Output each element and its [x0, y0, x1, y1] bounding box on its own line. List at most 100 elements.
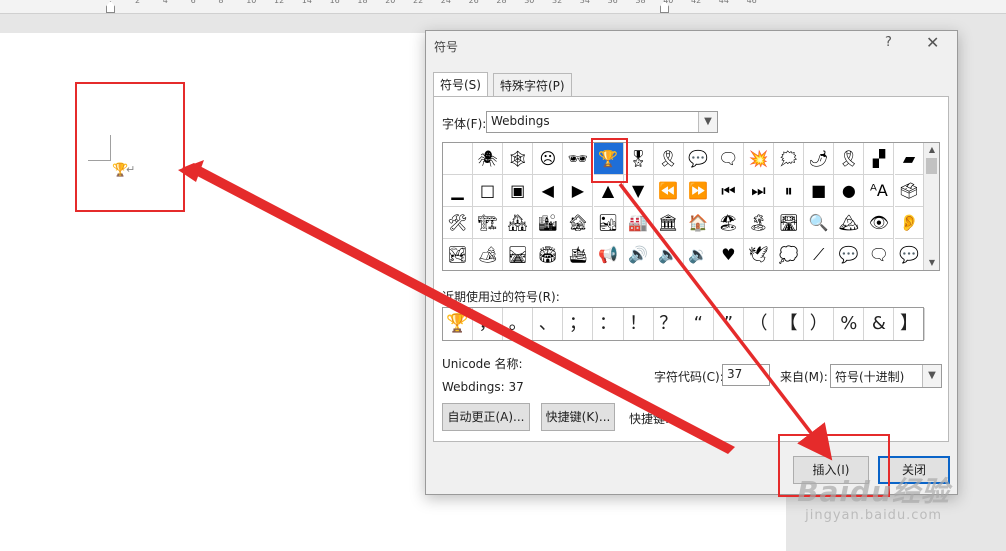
symbol-cell[interactable]: 🏛 [653, 207, 684, 239]
symbol-cell[interactable]: 🏗 [473, 207, 504, 239]
scroll-thumb[interactable] [926, 158, 937, 174]
symbol-grid[interactable]: 💬 🗨 💬 ⟋ 💭 🕊 ♥ 🔉 🔈 🔊 📢 🛳 🏟 🛤 🏕 🏞 👂 👁 🏔 🔍 🛣 🏝 🏖 🏠 🏛 🏭 🏜 🏚 🏙 🏘 🏗 🛠 🗳 ᴬA ● ■ ⏸ ⏭ ⏮… [442, 142, 940, 271]
symbol-cell[interactable]: 🔈 [654, 239, 684, 270]
close-icon[interactable]: ✕ [926, 33, 939, 52]
symbol-cell[interactable]: 🛤 [503, 239, 534, 270]
symbol-cell[interactable]: ▞ [864, 143, 895, 175]
symbol-cell[interactable]: 🕸 [503, 143, 534, 175]
symbol-cell[interactable]: 🛠 [443, 207, 473, 239]
symbol-cell[interactable]: 🔍 [804, 207, 835, 239]
recent-symbol-cell[interactable]: “ [684, 308, 714, 340]
recent-symbol-cell[interactable]: 【 [774, 308, 805, 340]
symbol-cell[interactable]: ◀ [533, 175, 564, 207]
symbol-cell[interactable]: 🗳 [894, 175, 925, 207]
recent-symbol-cell[interactable]: & [864, 308, 895, 340]
chevron-down-icon[interactable]: ▼ [922, 365, 941, 387]
left-indent-marker[interactable] [106, 1, 115, 13]
symbol-cell[interactable]: ⏪ [653, 175, 684, 207]
symbol-cell[interactable]: 💭 [774, 239, 805, 270]
symbol-cell[interactable]: □ [473, 175, 504, 207]
symbol-cell[interactable]: 🔉 [684, 239, 714, 270]
symbol-cell[interactable]: ▣ [503, 175, 534, 207]
symbol-cell[interactable]: 🗨 [864, 239, 895, 270]
symbol-cell[interactable]: 💬 [834, 239, 865, 270]
symbol-cell[interactable]: ⏸ [774, 175, 805, 207]
recent-symbol-cell[interactable]: ： [594, 308, 624, 340]
symbol-cell[interactable]: 🏖 [713, 207, 744, 239]
symbol-cell[interactable]: 🏕 [473, 239, 504, 270]
recent-symbol-cell[interactable]: 。 [503, 308, 534, 340]
symbol-cell[interactable]: 📢 [594, 239, 624, 270]
font-select[interactable]: Webdings ▼ [486, 111, 718, 133]
symbol-cell[interactable]: 💥 [744, 143, 774, 175]
symbol-grid-scrollbar[interactable]: ▲ ▼ [923, 143, 939, 270]
symbol-cell[interactable]: ● [834, 175, 865, 207]
symbol-cell[interactable]: 🕶 [563, 143, 594, 175]
annotation-box-document [75, 82, 185, 212]
symbol-cell[interactable]: 🏘 [503, 207, 534, 239]
symbol-cell[interactable]: 💬 [895, 239, 925, 270]
symbol-cell[interactable]: 🛣 [774, 207, 805, 239]
recent-symbol-cell[interactable]: ？ [654, 308, 684, 340]
symbol-cell[interactable]: 🏚 [563, 207, 594, 239]
from-select[interactable]: 符号(十进制) ▼ [830, 364, 942, 388]
recent-symbol-cell[interactable]: ， [473, 308, 504, 340]
scroll-down-icon[interactable]: ▼ [924, 256, 939, 270]
symbol-cell[interactable]: 🎖 [623, 143, 654, 175]
symbol-cell[interactable]: ⏮ [713, 175, 744, 207]
symbol-cell[interactable]: 🏭 [623, 207, 654, 239]
recent-symbol-cell[interactable]: % [834, 308, 865, 340]
symbol-cell[interactable]: 💬 [683, 143, 714, 175]
symbol-cell[interactable]: 🕊 [744, 239, 774, 270]
symbol-cell[interactable]: 🏟 [533, 239, 564, 270]
symbol-cell[interactable]: 👁 [864, 207, 895, 239]
autocorrect-button[interactable]: 自动更正(A)... [442, 403, 530, 431]
ruler-tick-label: 44 [718, 0, 729, 5]
symbol-cell[interactable]: ⏩ [683, 175, 714, 207]
recent-symbol-cell[interactable]: 、 [533, 308, 564, 340]
symbol-cell[interactable]: 🎗 [653, 143, 684, 175]
symbol-cell[interactable]: 👂 [894, 207, 925, 239]
symbol-cell[interactable]: 🏠 [683, 207, 714, 239]
ruler-tick-label: 46 [746, 0, 757, 5]
symbol-cell[interactable]: ☹ [533, 143, 564, 175]
shortcut-key-button[interactable]: 快捷键(K)... [541, 403, 615, 431]
symbol-cell[interactable]: 🏙 [533, 207, 564, 239]
recent-symbol-cell[interactable]: ） [804, 308, 835, 340]
symbol-cell[interactable]: 🗨 [713, 143, 744, 175]
symbol-cell[interactable]: 🔊 [624, 239, 654, 270]
recent-symbol-cell[interactable]: ” [714, 308, 744, 340]
recent-symbol-cell[interactable]: （ [744, 308, 774, 340]
symbol-cell[interactable]: ♥ [714, 239, 744, 270]
symbol-cell[interactable]: ▼ [623, 175, 654, 207]
symbol-cell[interactable]: ⏭ [744, 175, 774, 207]
symbol-cell[interactable]: 🏞 [443, 239, 473, 270]
chevron-down-icon[interactable]: ▼ [698, 112, 717, 132]
symbol-cell[interactable]: 🏔 [834, 207, 865, 239]
symbol-cell[interactable]: 🏜 [593, 207, 624, 239]
tab-special-characters[interactable]: 特殊字符(P) [493, 73, 572, 96]
symbol-cell[interactable]: ▁ [443, 175, 473, 207]
char-code-input[interactable]: 37 [722, 364, 770, 386]
symbol-cell[interactable]: ▰ [894, 143, 925, 175]
symbol-cell[interactable]: 🌶 [804, 143, 835, 175]
symbol-cell[interactable]: ▶ [563, 175, 594, 207]
symbol-cell[interactable] [443, 143, 473, 175]
symbol-cell[interactable]: 🏝 [744, 207, 774, 239]
recent-symbol-cell[interactable]: ！ [624, 308, 654, 340]
recent-symbol-cell[interactable]: 】 [895, 308, 925, 340]
symbol-cell[interactable]: ᴬA [864, 175, 895, 207]
scroll-up-icon[interactable]: ▲ [924, 143, 939, 157]
recent-symbol-cell[interactable]: 🏆 [443, 308, 473, 340]
symbol-cell[interactable]: ■ [804, 175, 835, 207]
help-button[interactable]: ? [885, 35, 892, 50]
ruler-tick-label: 34 [579, 0, 590, 5]
symbol-cell[interactable]: ⟋ [804, 239, 835, 270]
symbol-cell[interactable]: 🛳 [563, 239, 594, 270]
symbol-cell[interactable]: 🕷 [473, 143, 504, 175]
symbol-cell[interactable]: 🗯 [774, 143, 805, 175]
recent-symbols-grid[interactable]: 🏆，。、；：！？ “” （【）% &】 [442, 307, 925, 341]
tab-symbols[interactable]: 符号(S) [433, 72, 488, 97]
symbol-cell[interactable]: 🎗 [834, 143, 865, 175]
recent-symbol-cell[interactable]: ； [563, 308, 594, 340]
